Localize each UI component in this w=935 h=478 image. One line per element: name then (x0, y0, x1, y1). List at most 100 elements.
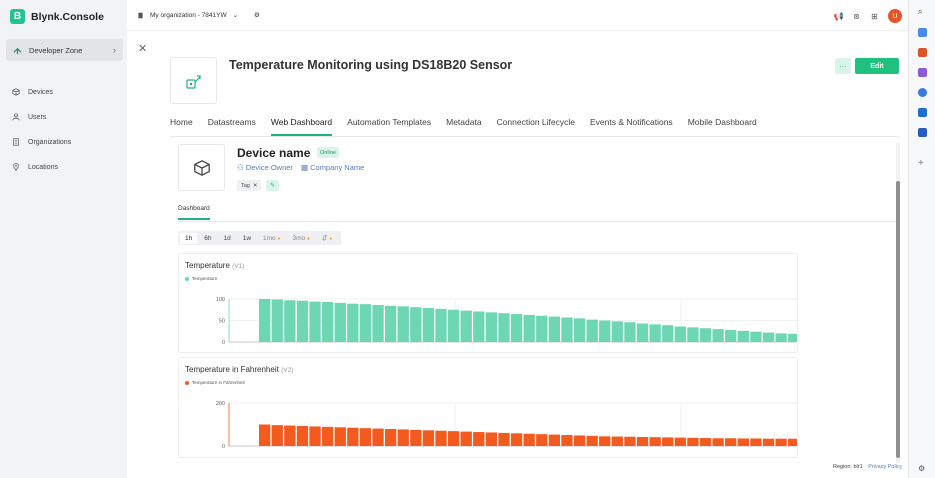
tag-icon[interactable] (918, 28, 927, 37)
chart-bar (498, 432, 510, 446)
close-icon[interactable]: ✕ (138, 42, 147, 55)
device-name: Device name (237, 146, 311, 160)
blynk-logo-icon: B (10, 9, 25, 24)
range-1h[interactable]: 1h (180, 232, 198, 244)
chart-bar (788, 438, 797, 446)
close-icon[interactable]: ✕ (253, 183, 258, 189)
gear-icon[interactable]: ⚙ (918, 464, 927, 473)
chart-bar (561, 317, 573, 342)
range-custom[interactable]: ⇵ ● (317, 232, 337, 244)
tab-automation-templates[interactable]: Automation Templates (347, 117, 431, 136)
tag-label: Tag (241, 182, 250, 189)
sidebar-item-users[interactable]: Users (12, 113, 46, 121)
circle-app-icon[interactable] (918, 88, 927, 97)
announcement-icon[interactable]: 📢 (834, 12, 844, 21)
chart-bar (447, 309, 460, 342)
chart-bar (334, 427, 346, 446)
template-image[interactable] (170, 57, 217, 104)
range-1d[interactable]: 1d (218, 233, 235, 244)
tab-connection-lifecycle[interactable]: Connection Lifecycle (497, 117, 575, 136)
chart-bar (296, 426, 309, 446)
template-title: Temperature Monitoring using DS18B20 Sen… (229, 58, 513, 72)
chart-bar (372, 305, 384, 342)
company-name[interactable]: ▦ Company Name (301, 163, 364, 172)
scrollbar-thumb[interactable] (896, 181, 900, 458)
w-app-icon[interactable] (918, 128, 927, 137)
device-owner-label: Device Owner (245, 163, 293, 172)
tab-dashboard[interactable]: Dashboard (178, 205, 210, 220)
y-tick-label: 200 (216, 401, 225, 407)
chart-bar (586, 319, 598, 342)
chart-bar (586, 435, 598, 446)
chart-bar (674, 326, 687, 342)
chart-bar (662, 325, 674, 342)
chart-bar (422, 308, 435, 342)
sidebar-item-organizations[interactable]: Organizations (12, 138, 71, 146)
chart-bar (573, 318, 586, 342)
tab-home[interactable]: Home (170, 117, 193, 136)
range-3mo[interactable]: 3mo ● (288, 233, 316, 244)
range-1w[interactable]: 1w (238, 233, 256, 244)
status-badge: Online (317, 147, 339, 158)
y-tick-label: 0 (222, 444, 225, 450)
tab-metadata[interactable]: Metadata (446, 117, 481, 136)
developer-zone-button[interactable]: Developer Zone › (6, 39, 123, 61)
chart-bar (435, 430, 447, 446)
time-range-selector: 1h 6h 1d 1w 1mo ● 3mo ● ⇵ ● (178, 231, 342, 245)
chart-bar (599, 320, 611, 342)
chart-bar (347, 427, 359, 446)
region-label: Region: blr1 (833, 464, 863, 470)
privacy-policy-link[interactable]: Privacy Policy (868, 464, 902, 470)
briefcase-icon[interactable] (918, 48, 927, 57)
chart-bar (674, 437, 687, 446)
chart-bar (510, 314, 523, 342)
outlook-icon[interactable] (918, 108, 927, 117)
plus-icon[interactable]: + (918, 158, 927, 169)
chart-bar (775, 438, 787, 446)
fahrenheit-chart[interactable]: 0 200 (179, 358, 797, 457)
edit-button[interactable]: Edit (855, 58, 899, 74)
help-icon[interactable]: ⊛ (852, 12, 861, 21)
sidebar-item-locations[interactable]: Locations (12, 163, 58, 171)
settings-icon[interactable]: ⚙ (254, 11, 260, 19)
chart-bar (359, 304, 372, 342)
temperature-chart[interactable]: 0 50 100 (179, 254, 797, 352)
device-tag[interactable]: Tag ✕ (237, 180, 262, 191)
chart-bar (687, 327, 699, 342)
chart-bar (523, 433, 535, 446)
tabs-divider (170, 136, 900, 137)
sidebar-item-devices[interactable]: Devices (12, 88, 53, 96)
gift-icon[interactable]: ⊞ (870, 12, 879, 21)
tab-web-dashboard[interactable]: Web Dashboard (270, 117, 333, 136)
tab-datastreams[interactable]: Datastreams (208, 117, 256, 136)
chart-bar (624, 436, 636, 446)
more-actions-button[interactable]: ··· (835, 58, 851, 74)
chart-bar (649, 324, 661, 342)
tab-events-notifications[interactable]: Events & Notifications (590, 117, 673, 136)
chart-bar (725, 438, 737, 446)
search-icon[interactable]: ⌕ (918, 7, 927, 16)
chart-bar (296, 300, 309, 342)
chart-bar (485, 312, 498, 342)
avatar[interactable]: U (888, 9, 902, 23)
edit-tags-button[interactable]: ✎ (266, 180, 279, 191)
range-label: 1mo (263, 234, 276, 242)
cube-icon (193, 159, 210, 176)
chart-bar (636, 436, 649, 446)
sidebar-item-label: Devices (28, 88, 53, 96)
top-bar: My organization - 7841YW ⌄ ⚙ 📢 ⊛ ⊞ U (127, 0, 908, 31)
top-icons: 📢 ⊛ ⊞ U (834, 9, 902, 23)
organization-selector[interactable]: My organization - 7841YW ⌄ ⚙ (137, 11, 260, 19)
browser-side-rail: ⌕ + ⚙ (908, 0, 935, 478)
person-icon[interactable] (918, 68, 927, 77)
building-icon: ▦ (300, 163, 309, 172)
device-owner[interactable]: ⚇ Device Owner (237, 163, 293, 172)
device-image (178, 144, 225, 191)
range-6h[interactable]: 6h (199, 233, 216, 244)
range-1mo[interactable]: 1mo ● (258, 233, 286, 244)
y-tick-label: 0 (222, 340, 225, 346)
tab-mobile-dashboard[interactable]: Mobile Dashboard (688, 117, 757, 136)
brand[interactable]: B Blynk.Console (10, 9, 104, 24)
chart-bar (762, 438, 775, 446)
chart-bar (712, 329, 724, 342)
